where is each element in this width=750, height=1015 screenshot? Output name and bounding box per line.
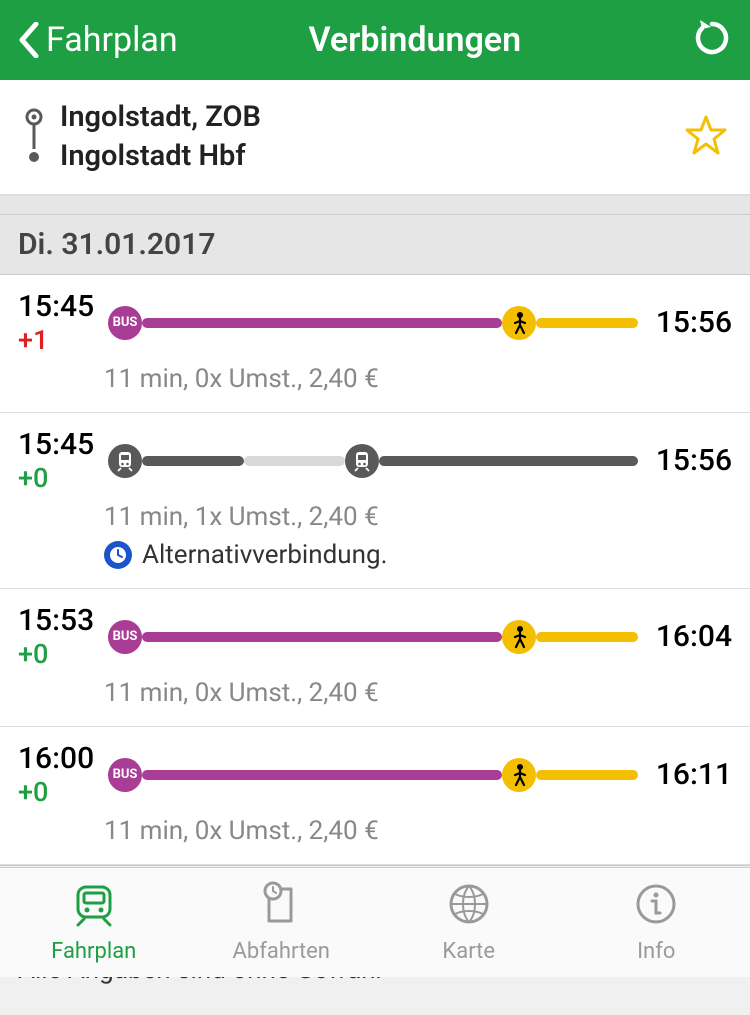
separator xyxy=(0,195,750,215)
refresh-icon xyxy=(692,18,732,58)
route-text: Ingolstadt, ZOB Ingolstadt Hbf xyxy=(60,98,684,176)
delay-indicator: +0 xyxy=(18,462,104,494)
info-icon xyxy=(630,881,682,933)
tab-bar: Fahrplan Abfahrten Karte Info xyxy=(0,867,750,977)
trip-row[interactable]: 15:53+0BUS 16:04 11 min, 0x Umst., 2,40 € xyxy=(0,589,750,727)
tab-label: Karte xyxy=(442,939,495,964)
tab-info[interactable]: Info xyxy=(563,868,750,977)
route-to: Ingolstadt Hbf xyxy=(60,137,684,176)
trip-row[interactable]: 15:45+1BUS 15:56 11 min, 0x Umst., 2,40 € xyxy=(0,275,750,413)
delay-indicator: +0 xyxy=(18,638,104,670)
train-icon xyxy=(108,444,142,478)
segment-gap xyxy=(244,456,346,466)
trip-row[interactable]: 16:00+0BUS 16:11 11 min, 0x Umst., 2,40 € xyxy=(0,727,750,865)
walk-icon xyxy=(502,758,536,792)
arrival-time: 16:04 xyxy=(642,619,732,654)
trip-summary: 11 min, 0x Umst., 2,40 € xyxy=(104,678,732,708)
segment-walk xyxy=(536,770,638,780)
segment-walk xyxy=(536,632,638,642)
tab-label: Fahrplan xyxy=(51,939,136,964)
bus-icon: BUS xyxy=(108,758,142,792)
date-header: Di. 31.01.2017 xyxy=(0,215,750,275)
trip-row[interactable]: 15:45+0 15:56 11 min, 1x Umst., 2,40 € Alte… xyxy=(0,413,750,589)
trip-segments: BUS xyxy=(104,306,642,340)
star-icon xyxy=(684,113,728,157)
tab-map[interactable]: Karte xyxy=(375,868,563,977)
trip-summary: 11 min, 1x Umst., 2,40 € xyxy=(104,502,732,532)
trip-segments: BUS xyxy=(104,620,642,654)
bus-icon: BUS xyxy=(108,306,142,340)
departure-time: 15:45 xyxy=(18,289,104,324)
segment-walk xyxy=(536,318,638,328)
trip-summary: 11 min, 0x Umst., 2,40 € xyxy=(104,816,732,846)
walk-icon xyxy=(502,620,536,654)
departure-time: 16:00 xyxy=(18,741,104,776)
map-icon xyxy=(443,881,495,933)
app-header: Fahrplan Verbindungen xyxy=(0,0,750,80)
departure-time: 15:45 xyxy=(18,427,104,462)
trip-segments xyxy=(104,444,642,478)
arrival-time: 16:11 xyxy=(642,757,732,792)
refresh-button[interactable] xyxy=(692,18,732,62)
route-summary[interactable]: Ingolstadt, ZOB Ingolstadt Hbf xyxy=(0,80,750,195)
route-from: Ingolstadt, ZOB xyxy=(60,98,684,137)
walk-icon xyxy=(502,306,536,340)
trip-summary: 11 min, 0x Umst., 2,40 € xyxy=(104,364,732,394)
chevron-left-icon xyxy=(18,22,40,58)
route-dots-icon xyxy=(22,107,46,167)
favorite-button[interactable] xyxy=(684,113,728,161)
departure-time: 15:53 xyxy=(18,603,104,638)
clock-icon xyxy=(104,541,132,569)
departures-icon xyxy=(255,881,307,933)
train-icon xyxy=(345,444,379,478)
arrival-time: 15:56 xyxy=(642,305,732,340)
segment-train xyxy=(142,456,244,466)
tab-label: Info xyxy=(637,939,675,964)
arrival-time: 15:56 xyxy=(642,443,732,478)
bus-icon: BUS xyxy=(108,620,142,654)
delay-indicator: +0 xyxy=(18,776,104,808)
schedule-icon xyxy=(68,881,120,933)
segment-bus xyxy=(142,318,502,328)
tab-departures[interactable]: Abfahrten xyxy=(188,868,376,977)
trip-segments: BUS xyxy=(104,758,642,792)
segment-bus xyxy=(142,632,502,642)
segment-train xyxy=(379,456,638,466)
tab-label: Abfahrten xyxy=(233,939,330,964)
alternative-label: Alternativverbindung. xyxy=(142,540,387,570)
segment-bus xyxy=(142,770,502,780)
delay-indicator: +1 xyxy=(18,324,104,356)
tab-schedule[interactable]: Fahrplan xyxy=(0,868,188,977)
page-title: Verbindungen xyxy=(138,20,692,60)
alternative-row: Alternativverbindung. xyxy=(104,540,732,570)
